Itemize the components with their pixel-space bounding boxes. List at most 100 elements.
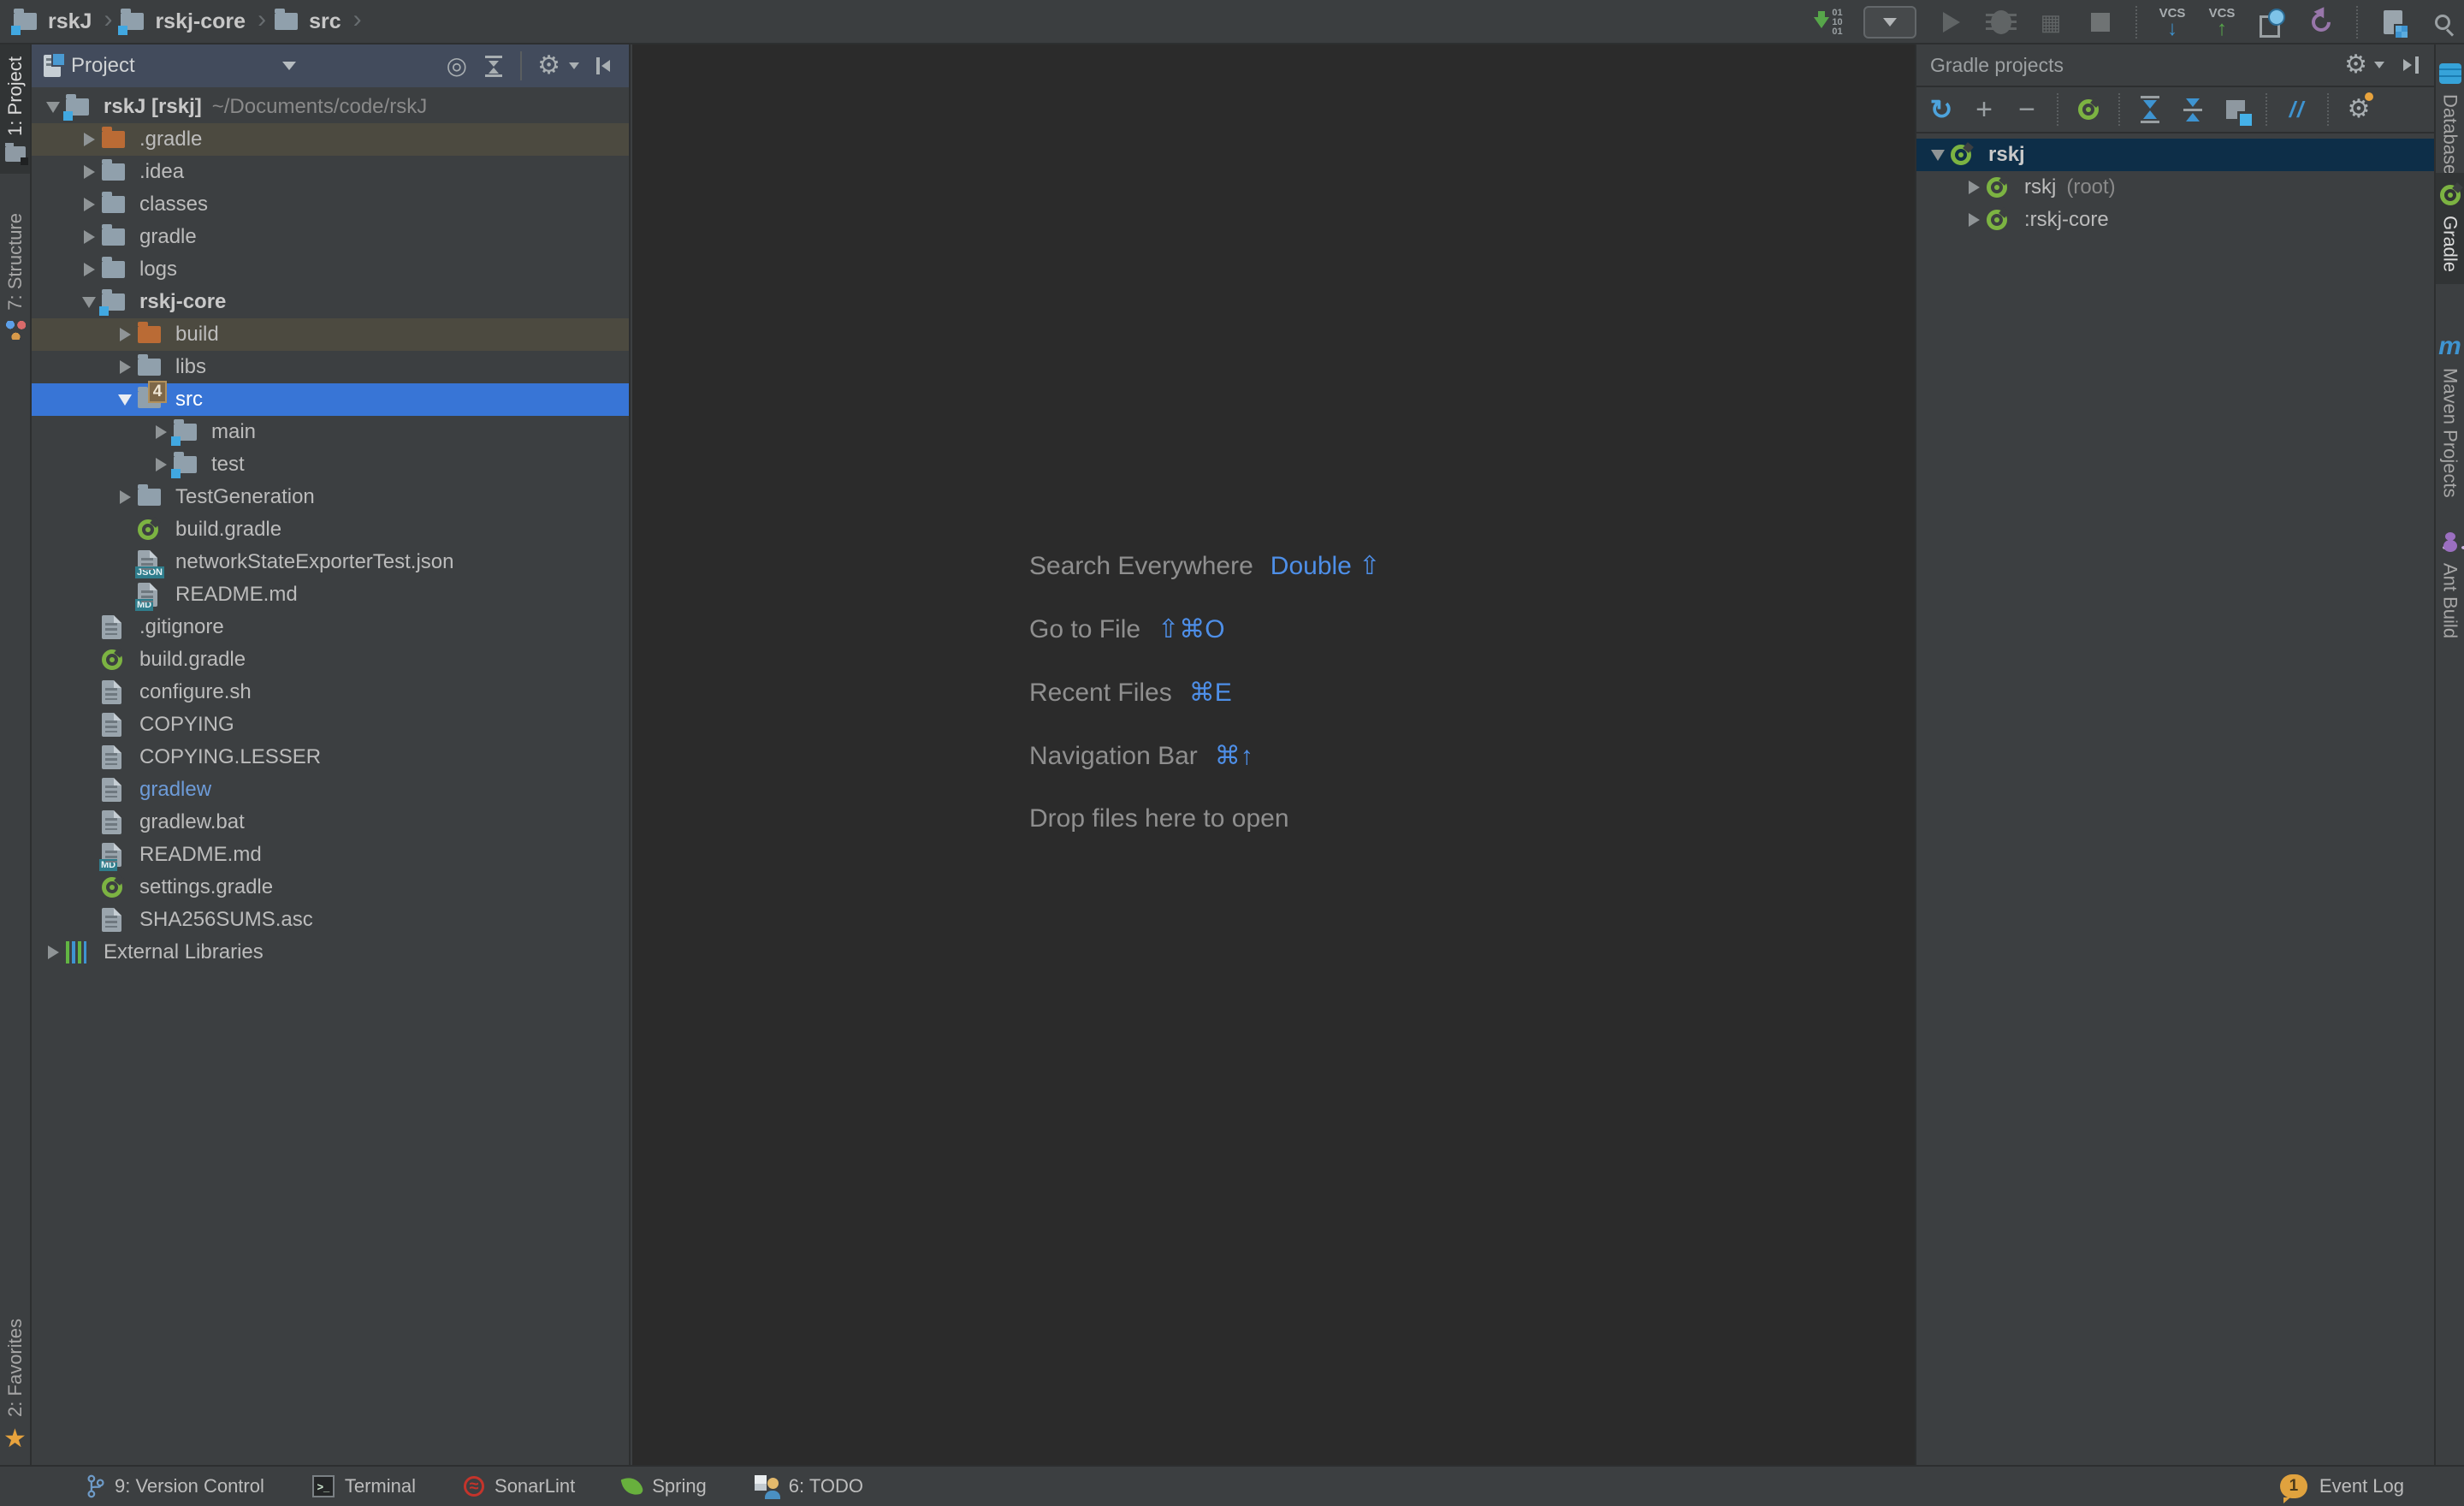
tree-chevron-icon[interactable] <box>1925 139 1951 171</box>
expand-all-icon[interactable] <box>2137 92 2163 127</box>
tree-chevron-icon[interactable] <box>76 806 102 839</box>
tree-row[interactable]: gradlew.bat <box>32 806 629 839</box>
tool-window-button[interactable]: 1: Project <box>0 44 30 174</box>
tree-chevron-icon[interactable] <box>1961 204 1987 236</box>
tree-node-label[interactable]: .gradle <box>139 127 202 151</box>
status-bar-button[interactable]: ≈ SonarLint <box>464 1475 575 1497</box>
tree-chevron-icon[interactable] <box>1961 171 1987 204</box>
stop-button[interactable] <box>2086 3 2115 41</box>
gear-dropdown-icon[interactable] <box>2374 62 2384 68</box>
tree-node-label[interactable]: build.gradle <box>139 648 246 672</box>
tree-row[interactable]: gradlew <box>32 774 629 806</box>
breadcrumb-item[interactable]: rskj-core › <box>121 5 270 38</box>
run-gradle-task-icon[interactable] <box>2076 92 2101 127</box>
tree-chevron-icon[interactable] <box>76 839 102 871</box>
tree-row[interactable]: build.gradle <box>32 643 629 676</box>
tree-node-label[interactable]: classes <box>139 193 208 216</box>
run-button[interactable] <box>1937 3 1966 41</box>
run-configuration-dropdown[interactable] <box>1863 6 1916 39</box>
tree-row[interactable]: logs <box>32 253 629 286</box>
tree-row[interactable]: test <box>32 448 629 481</box>
attach-project-icon[interactable]: + <box>1971 92 1997 127</box>
tree-chevron-icon[interactable] <box>112 318 138 351</box>
tree-node-label[interactable]: COPYING.LESSER <box>139 745 321 769</box>
tree-chevron-icon[interactable] <box>76 286 102 318</box>
tree-node-label[interactable]: rskJ [rskj] <box>104 95 202 119</box>
tree-chevron-icon[interactable] <box>76 871 102 904</box>
tree-chevron-icon[interactable] <box>76 904 102 936</box>
breadcrumb-label[interactable]: rskj-core <box>155 9 246 34</box>
tree-chevron-icon[interactable] <box>76 156 102 188</box>
tree-row[interactable]: build <box>32 318 629 351</box>
tool-window-button[interactable]: Database <box>2436 51 2464 187</box>
tree-chevron-icon[interactable] <box>76 774 102 806</box>
tree-row[interactable]: COPYING <box>32 709 629 741</box>
tree-node-label[interactable]: SHA256SUMS.asc <box>139 908 313 932</box>
tree-chevron-icon[interactable] <box>76 221 102 253</box>
tree-row[interactable]: External Libraries <box>32 936 629 969</box>
coverage-button[interactable]: ▦ <box>2036 3 2065 41</box>
tree-chevron-icon[interactable] <box>76 188 102 221</box>
tree-node-label[interactable]: External Libraries <box>104 940 264 964</box>
tree-node-label[interactable]: rskj <box>2024 175 2056 199</box>
tree-row[interactable]: settings.gradle <box>32 871 629 904</box>
vcs-update-button[interactable]: VCS ↓ <box>2158 3 2187 41</box>
tree-node-label[interactable]: README.md <box>175 583 298 607</box>
toggle-source-sets-icon[interactable]: // <box>2284 92 2310 127</box>
breadcrumb-item[interactable]: rskJ › <box>14 5 116 38</box>
search-everywhere-icon[interactable] <box>2428 3 2457 41</box>
recent-changes-icon[interactable] <box>2257 3 2286 41</box>
tree-node-label[interactable]: networkStateExporterTest.json <box>175 550 454 574</box>
tree-node-label[interactable]: test <box>211 453 245 477</box>
hide-panel-icon[interactable] <box>595 55 617 77</box>
tree-row[interactable]: .gitignore <box>32 611 629 643</box>
tree-chevron-icon[interactable] <box>112 351 138 383</box>
tree-node-label[interactable]: .gitignore <box>139 615 224 639</box>
tree-chevron-icon[interactable] <box>112 481 138 513</box>
tree-row[interactable]: libs <box>32 351 629 383</box>
status-bar-button[interactable]: 9: Version Control <box>86 1474 264 1498</box>
collapse-all-icon[interactable] <box>2180 92 2206 127</box>
group-modules-icon[interactable] <box>2223 92 2248 127</box>
tree-node-label[interactable]: libs <box>175 355 206 379</box>
tree-row[interactable]: MD README.md <box>32 839 629 871</box>
tree-chevron-icon[interactable] <box>40 936 66 969</box>
tree-row[interactable]: MD README.md <box>32 578 629 611</box>
debug-button[interactable] <box>1987 3 2016 41</box>
tool-window-button[interactable]: Ant Build <box>2436 520 2464 650</box>
tool-window-button[interactable]: 7: Structure <box>0 201 30 352</box>
tree-chevron-icon[interactable] <box>112 546 138 578</box>
tree-row[interactable]: build.gradle <box>32 513 629 546</box>
tree-node-label[interactable]: gradlew <box>139 778 211 802</box>
tree-node-label[interactable]: README.md <box>139 843 262 867</box>
tree-chevron-icon[interactable] <box>148 416 174 448</box>
download-sources-icon[interactable]: 01 10 01 <box>1814 3 1843 41</box>
tree-row[interactable]: main <box>32 416 629 448</box>
breadcrumb-label[interactable]: rskJ <box>48 9 92 34</box>
tree-row[interactable]: .idea <box>32 156 629 188</box>
breadcrumb-item[interactable]: src › <box>275 5 365 38</box>
tree-row[interactable]: TestGeneration <box>32 481 629 513</box>
tree-chevron-icon[interactable] <box>40 91 66 123</box>
tree-node-label[interactable]: logs <box>139 258 177 282</box>
tree-row[interactable]: SHA256SUMS.asc <box>32 904 629 936</box>
vcs-commit-button[interactable]: VCS ↑ <box>2207 3 2236 41</box>
tool-window-button[interactable]: Gradle <box>2436 173 2464 284</box>
tree-row[interactable]: .gradle <box>32 123 629 156</box>
tree-chevron-icon[interactable] <box>76 643 102 676</box>
tree-chevron-icon[interactable] <box>76 611 102 643</box>
tree-chevron-icon[interactable] <box>76 123 102 156</box>
tree-row[interactable]: rskj-core <box>32 286 629 318</box>
tree-chevron-icon[interactable] <box>112 578 138 611</box>
tree-chevron-icon[interactable] <box>112 513 138 546</box>
detach-project-icon[interactable]: − <box>2014 92 2040 127</box>
status-bar-button[interactable]: >_ Terminal <box>312 1475 416 1497</box>
event-log-button[interactable]: 1 Event Log <box>2280 1474 2404 1498</box>
tree-node-label[interactable]: src <box>175 388 203 412</box>
gear-icon[interactable]: ⚙ <box>537 53 560 79</box>
project-structure-icon[interactable] <box>2378 3 2408 41</box>
tree-node-label[interactable]: TestGeneration <box>175 485 315 509</box>
tree-node-label[interactable]: :rskj-core <box>2024 208 2109 232</box>
tree-row[interactable]: :rskj-core <box>1916 204 2434 236</box>
gear-dropdown-icon[interactable] <box>569 62 579 69</box>
